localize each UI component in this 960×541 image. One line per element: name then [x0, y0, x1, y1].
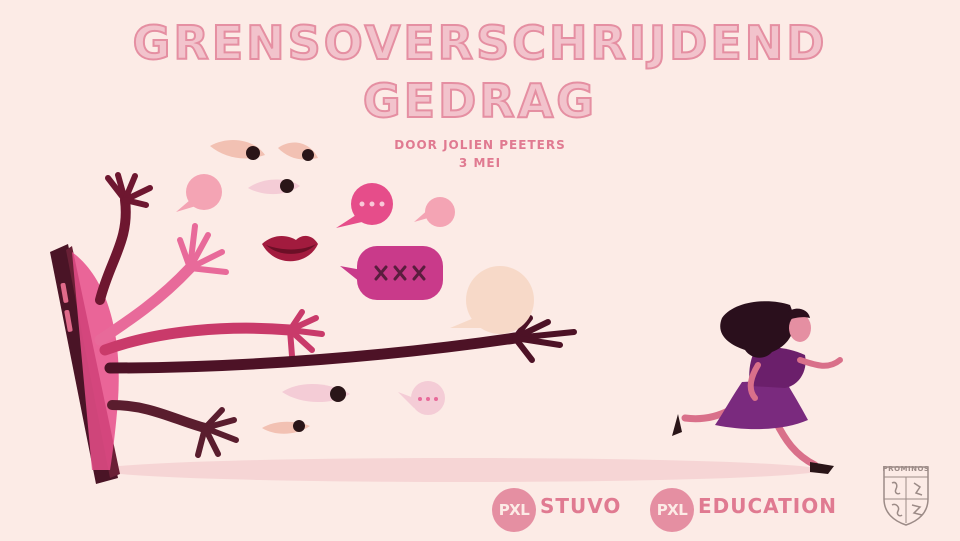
lips-icon [262, 235, 318, 262]
eye-icon [262, 420, 310, 434]
hand-dark-top [105, 172, 153, 208]
pxl-stuvo-badge: PXL [492, 488, 536, 532]
speech-bubble-icon [414, 197, 455, 227]
arm-rose [99, 322, 296, 356]
arm-bottom [107, 400, 210, 433]
pxl-education-badge: PXL [650, 488, 694, 532]
hand-rose [287, 309, 325, 359]
arm-darkest [104, 332, 521, 374]
prominos-label: PROMINOS [882, 465, 930, 473]
prominos-logo: PROMINOS [880, 463, 932, 527]
eye-icon [278, 142, 318, 161]
eye-icon [210, 140, 265, 160]
slide: GRENSOVERSCHRIJDEND GEDRAG DOOR JOLIEN P… [0, 0, 960, 541]
hand-bottom [195, 407, 239, 458]
stuvo-logo-text: STUVO [540, 494, 622, 518]
eye-icon [248, 179, 300, 195]
speech-bubble-icon [450, 266, 534, 334]
speech-bubble-icon [176, 174, 222, 212]
floor-shadow [100, 458, 820, 482]
hand-pink [177, 223, 229, 275]
hand-darkest [512, 315, 577, 363]
eye-icon [282, 383, 350, 403]
arm-dark-top [95, 195, 131, 305]
speech-bubble-dots-icon [398, 381, 445, 415]
speech-bubble-censored-icon [340, 246, 443, 300]
speech-bubble-dots-icon [336, 183, 393, 228]
illustration [50, 140, 843, 484]
education-logo-text: EDUCATION [698, 494, 837, 518]
running-girl [672, 301, 843, 474]
